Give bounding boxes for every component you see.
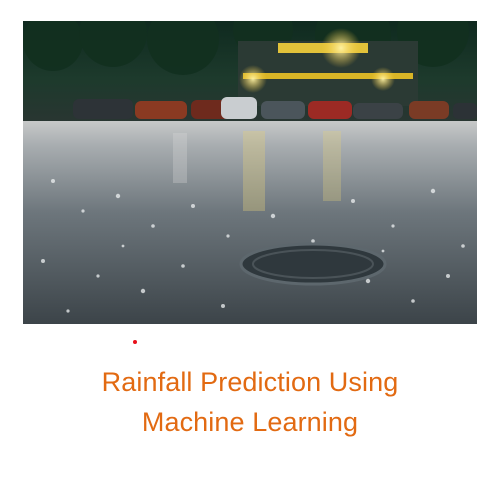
caption-line-1: Rainfall Prediction Using [101,367,399,397]
caption-line-2: Machine Learning [141,407,359,437]
caption-title: Rainfall Prediction Using Machine Learni… [0,362,500,442]
rainy-street-photo-graphic [23,21,477,324]
accent-dot [133,340,137,344]
rainy-street-photo [23,21,477,324]
